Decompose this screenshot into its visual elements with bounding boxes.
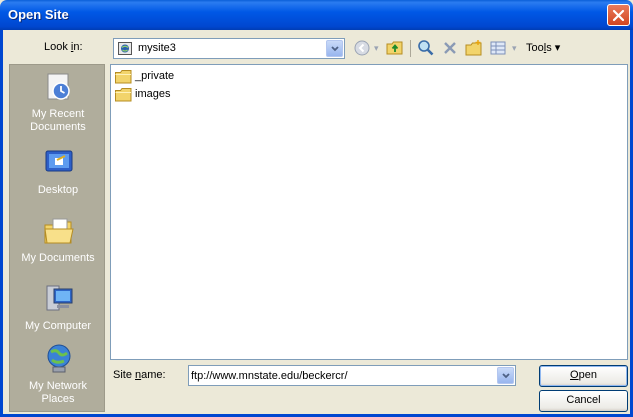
recent-documents-icon bbox=[47, 73, 70, 100]
close-button[interactable] bbox=[607, 4, 630, 26]
search-web-button[interactable] bbox=[415, 38, 437, 59]
place-label: My Network bbox=[28, 380, 88, 392]
look-in-label: Look in: bbox=[44, 41, 83, 53]
look-in-dropdown-button[interactable] bbox=[326, 40, 343, 57]
title-bar: Open Site bbox=[0, 0, 633, 30]
file-name: _private bbox=[135, 70, 175, 82]
delete-button[interactable] bbox=[439, 38, 461, 59]
site-name-label: Site name: bbox=[113, 369, 166, 381]
places-bar: My Recent Documents Desktop My Documents… bbox=[9, 64, 105, 412]
open-button[interactable]: Open bbox=[539, 365, 628, 387]
new-folder-icon bbox=[465, 40, 482, 56]
views-icon bbox=[490, 41, 506, 55]
my-computer-icon bbox=[46, 285, 73, 311]
folder-icon bbox=[115, 70, 132, 84]
look-in-dropdown[interactable]: mysite3 bbox=[113, 38, 345, 59]
place-label: Desktop bbox=[37, 184, 79, 196]
delete-icon bbox=[444, 42, 456, 54]
place-label: My Recent bbox=[31, 108, 85, 120]
my-network-places-icon bbox=[47, 344, 71, 373]
web-folder-icon bbox=[118, 42, 132, 55]
folder-icon bbox=[115, 88, 132, 102]
desktop-icon bbox=[45, 150, 73, 172]
views-button[interactable] bbox=[487, 38, 509, 59]
up-one-level-button[interactable] bbox=[384, 38, 406, 59]
file-list[interactable]: _private images bbox=[110, 64, 628, 360]
toolbar-separator bbox=[410, 40, 411, 57]
chevron-down-icon bbox=[331, 46, 339, 52]
site-name-input[interactable] bbox=[191, 368, 491, 383]
file-name: images bbox=[135, 88, 171, 100]
tools-menu-button[interactable]: Tools ▾ bbox=[526, 41, 560, 54]
place-my-recent-documents[interactable]: My Recent Documents bbox=[10, 71, 106, 137]
back-button[interactable] bbox=[351, 38, 373, 59]
place-label: Documents bbox=[30, 121, 86, 133]
place-my-computer[interactable]: My Computer bbox=[10, 283, 106, 339]
cancel-button[interactable]: Cancel bbox=[539, 390, 628, 412]
site-name-dropdown-button[interactable] bbox=[497, 367, 514, 384]
place-desktop[interactable]: Desktop bbox=[10, 147, 106, 203]
window-title: Open Site bbox=[8, 7, 69, 22]
my-documents-icon bbox=[44, 218, 74, 244]
place-my-documents[interactable]: My Documents bbox=[10, 215, 106, 271]
create-new-folder-button[interactable] bbox=[463, 38, 485, 59]
place-my-network-places[interactable]: My Network Places bbox=[10, 343, 106, 409]
look-in-value: mysite3 bbox=[138, 42, 176, 54]
close-icon bbox=[612, 9, 625, 22]
place-label: My Documents bbox=[21, 252, 95, 264]
site-name-combobox[interactable] bbox=[188, 365, 516, 386]
chevron-down-icon bbox=[502, 373, 510, 379]
place-label: Places bbox=[41, 393, 75, 405]
search-web-icon bbox=[418, 40, 434, 56]
back-icon bbox=[354, 40, 370, 56]
back-dropdown-icon[interactable]: ▾ bbox=[374, 43, 379, 54]
views-dropdown-icon[interactable]: ▾ bbox=[512, 43, 517, 54]
place-label: My Computer bbox=[24, 320, 92, 332]
up-folder-icon bbox=[386, 41, 403, 55]
